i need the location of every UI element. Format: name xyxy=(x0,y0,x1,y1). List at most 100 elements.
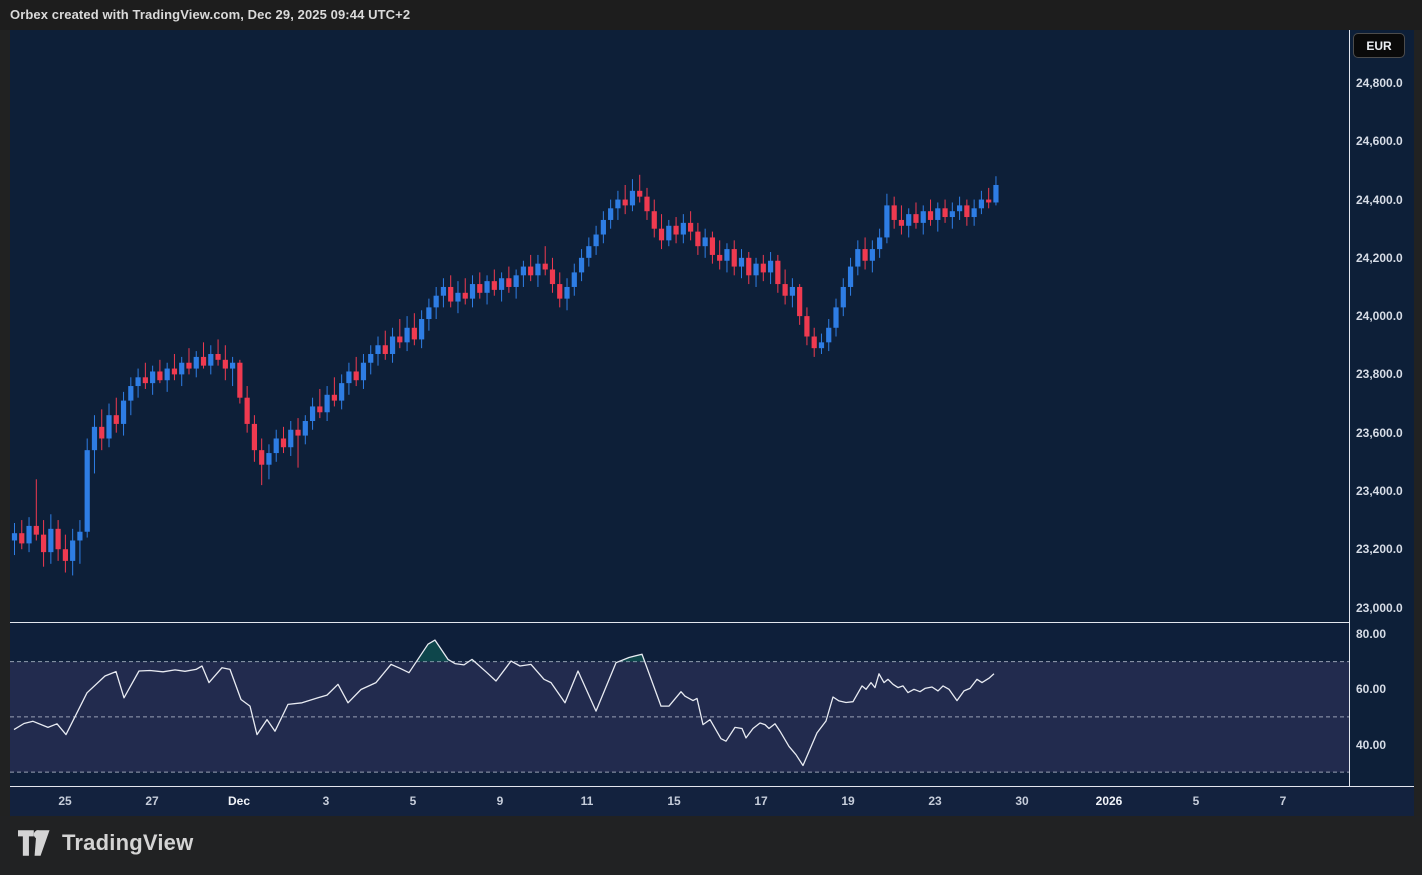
price-axis-label: 23,000.0 xyxy=(1356,601,1403,615)
candle-body xyxy=(354,371,359,380)
candle-body xyxy=(477,284,482,293)
candle-body xyxy=(564,287,569,299)
candle-body xyxy=(441,287,446,296)
candle-body xyxy=(601,220,606,235)
candle-wick xyxy=(188,348,189,374)
candle-body xyxy=(717,255,722,261)
candle-body xyxy=(48,529,53,552)
candle-body xyxy=(673,226,678,235)
time-axis-label: 9 xyxy=(497,794,504,808)
price-axis-label: 23,800.0 xyxy=(1356,367,1403,381)
candlestick-pane[interactable] xyxy=(10,30,1349,622)
candle-body xyxy=(463,293,468,299)
candle-body xyxy=(12,533,17,540)
candle-body xyxy=(128,386,133,401)
candle-body xyxy=(913,214,918,223)
candle-body xyxy=(165,369,170,381)
candle-body xyxy=(135,377,140,386)
candle-body xyxy=(259,450,264,465)
rsi-indicator-chart[interactable] xyxy=(10,623,1349,786)
tradingview-logo[interactable]: TradingView xyxy=(18,830,193,856)
candle-wick xyxy=(988,188,989,208)
candle-body xyxy=(870,249,875,261)
candle-body xyxy=(208,354,213,366)
candle-body xyxy=(833,307,838,327)
candle-body xyxy=(63,549,68,561)
candle-body xyxy=(521,267,526,276)
candle-body xyxy=(761,264,766,273)
candle-wick xyxy=(298,418,299,468)
candle-body xyxy=(34,526,39,535)
candle-body xyxy=(957,205,962,211)
candle-body xyxy=(790,287,795,296)
bottom-bar: TradingView xyxy=(0,816,1422,875)
candle-body xyxy=(899,220,904,226)
candle-body xyxy=(332,395,337,401)
candle-body xyxy=(99,427,104,439)
candle-wick xyxy=(79,520,80,564)
time-axis[interactable]: 2527Dec359111517192330202657 xyxy=(10,787,1414,816)
tradingview-wordmark: TradingView xyxy=(62,830,193,856)
time-axis-label: 25 xyxy=(58,794,71,808)
candle-body xyxy=(56,529,61,549)
time-axis-label: 11 xyxy=(581,794,594,808)
candle-body xyxy=(26,526,31,543)
time-axis-label: 17 xyxy=(754,794,767,808)
candle-body xyxy=(921,211,926,223)
candle-body xyxy=(739,258,744,267)
candle-body xyxy=(375,345,380,354)
candle-body xyxy=(543,264,548,270)
rsi-band-fill xyxy=(10,662,1349,773)
candle-body xyxy=(942,208,947,217)
candle-body xyxy=(499,278,504,290)
price-axis[interactable]: EUR 24,800.024,600.024,400.024,200.024,0… xyxy=(1350,30,1414,786)
candle-body xyxy=(455,293,460,302)
time-axis-label: 15 xyxy=(667,794,680,808)
candle-body xyxy=(281,438,286,447)
time-axis-label: 5 xyxy=(410,794,417,808)
candle-body xyxy=(434,296,439,308)
candle-body xyxy=(368,354,373,363)
candle-body xyxy=(245,398,250,424)
candle-body xyxy=(237,363,242,398)
candle-body xyxy=(325,395,330,412)
candle-body xyxy=(826,328,831,343)
candle-body xyxy=(775,261,780,284)
price-axis-label: 24,600.0 xyxy=(1356,134,1403,148)
candle-body xyxy=(70,540,75,560)
currency-badge[interactable]: EUR xyxy=(1353,33,1405,58)
candle-body xyxy=(732,249,737,266)
price-axis-label: 24,800.0 xyxy=(1356,76,1403,90)
time-axis-label: 2026 xyxy=(1096,794,1123,808)
price-axis-label: 23,200.0 xyxy=(1356,542,1403,556)
candle-body xyxy=(819,342,824,348)
candle-body xyxy=(892,205,897,220)
candle-body xyxy=(404,328,409,343)
candle-body xyxy=(950,211,955,217)
candle-body xyxy=(812,337,817,349)
candle-body xyxy=(572,272,577,287)
candle-body xyxy=(557,284,562,299)
candle-body xyxy=(746,258,751,275)
candle-body xyxy=(630,191,635,206)
candle-body xyxy=(884,205,889,237)
candle-body xyxy=(608,208,613,220)
tradingview-logo-icon xyxy=(18,830,52,856)
candle-body xyxy=(579,258,584,273)
candle-body xyxy=(644,197,649,212)
rsi-pane[interactable] xyxy=(10,623,1349,786)
price-axis-label: 23,600.0 xyxy=(1356,426,1403,440)
candle-body xyxy=(877,237,882,249)
candle-body xyxy=(688,223,693,232)
candle-body xyxy=(143,377,148,383)
candlestick-chart[interactable] xyxy=(10,30,1349,622)
candle-body xyxy=(666,226,671,241)
candle-body xyxy=(928,211,933,220)
candle-body xyxy=(92,427,97,450)
candle-body xyxy=(703,237,708,246)
candle-body xyxy=(841,287,846,307)
candle-wick xyxy=(545,246,546,275)
candle-body xyxy=(470,284,475,299)
price-axis-label: 24,000.0 xyxy=(1356,309,1403,323)
rsi-axis-label: 40.00 xyxy=(1356,738,1386,752)
